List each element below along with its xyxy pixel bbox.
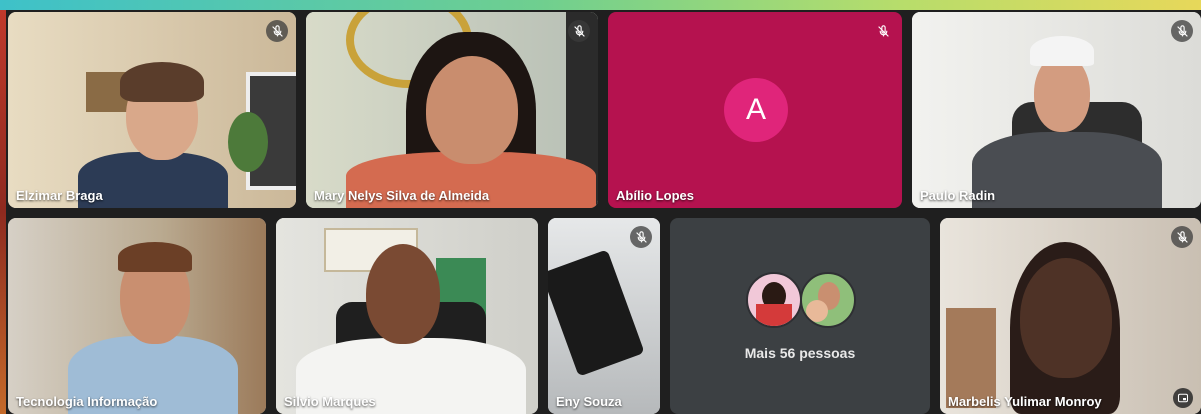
participant-name: Marbelis Yulimar Monroy	[948, 394, 1102, 409]
participant-tile-mary[interactable]: Mary Nelys Silva de Almeida	[306, 12, 598, 208]
mic-off-icon	[1171, 226, 1193, 248]
window	[946, 308, 996, 408]
participant-name: Tecnologia Informação	[16, 394, 158, 409]
participant-tile-tecnologia[interactable]: Tecnologia Informação	[8, 218, 266, 414]
participant-name: Abílio Lopes	[616, 188, 694, 203]
person-body	[972, 132, 1162, 208]
mic-off-icon	[1171, 20, 1193, 42]
mic-off-icon	[872, 20, 894, 42]
avatar-book	[756, 304, 792, 326]
participant-tile-paulo[interactable]: Paulo Radin	[912, 12, 1201, 208]
avatar	[746, 272, 802, 328]
avatar	[800, 272, 856, 328]
participant-name: Elzimar Braga	[16, 188, 103, 203]
mic-off-icon	[630, 226, 652, 248]
participant-tile-elzimar[interactable]: Elzimar Braga	[8, 12, 296, 208]
participant-tile-abilio[interactable]: A Abílio Lopes	[608, 12, 902, 208]
mic-off-icon	[266, 20, 288, 42]
plant	[228, 112, 268, 172]
white-cap	[1030, 36, 1094, 66]
picture-in-picture-icon[interactable]	[1173, 388, 1193, 408]
mic-off-icon	[568, 20, 590, 42]
participant-tile-marbelis[interactable]: Marbelis Yulimar Monroy	[940, 218, 1201, 414]
person-hair	[120, 62, 204, 102]
left-edge-decoration	[0, 10, 6, 414]
participant-name: Silvio Marques	[284, 394, 376, 409]
person-head	[366, 244, 440, 344]
participant-name: Paulo Radin	[920, 188, 996, 203]
avatar-child-face	[806, 300, 828, 322]
top-gradient-bar	[0, 0, 1201, 10]
person-head	[1020, 258, 1112, 378]
more-people-label: Mais 56 pessoas	[744, 345, 856, 361]
person-hair	[118, 242, 192, 272]
more-people-tile[interactable]: Mais 56 pessoas	[670, 218, 930, 414]
participant-tile-eny[interactable]: Eny Souza	[548, 218, 660, 414]
participant-name: Eny Souza	[556, 394, 622, 409]
person-head	[426, 56, 518, 164]
avatar: A	[724, 78, 788, 142]
participant-tile-silvio[interactable]: Silvio Marques	[276, 218, 538, 414]
participant-name: Mary Nelys Silva de Almeida	[314, 188, 490, 203]
